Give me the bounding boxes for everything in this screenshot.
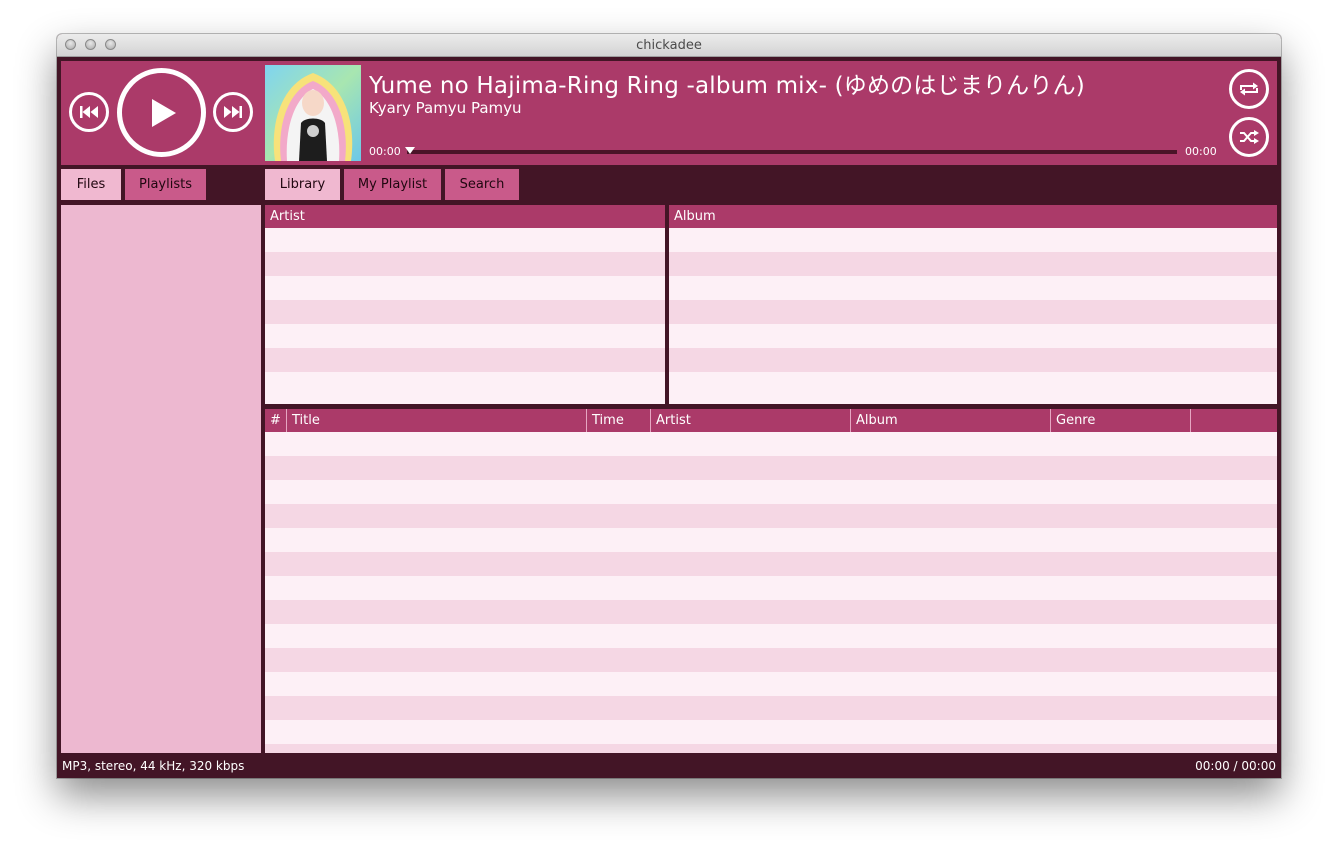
- next-track-button[interactable]: [213, 92, 253, 132]
- total-time: 00:00: [1185, 145, 1217, 158]
- tab-library[interactable]: Library: [265, 169, 340, 200]
- column-header-filler: [1190, 409, 1277, 432]
- table-row[interactable]: [265, 480, 1277, 504]
- list-item[interactable]: [265, 348, 665, 372]
- repeat-icon: [1240, 82, 1258, 96]
- list-item[interactable]: [669, 348, 1277, 372]
- artist-list[interactable]: Artist: [265, 205, 665, 404]
- column-header-album[interactable]: Album: [669, 205, 1277, 228]
- file-browser-panel[interactable]: [61, 205, 261, 753]
- title-bar: chickadee: [57, 34, 1281, 57]
- table-row[interactable]: [265, 648, 1277, 672]
- tab-files[interactable]: Files: [61, 169, 121, 200]
- list-item[interactable]: [265, 300, 665, 324]
- list-item[interactable]: [265, 324, 665, 348]
- table-row[interactable]: [265, 432, 1277, 456]
- previous-track-icon: [80, 106, 98, 118]
- table-row[interactable]: [265, 696, 1277, 720]
- table-row[interactable]: [265, 720, 1277, 744]
- next-track-icon: [224, 106, 242, 118]
- tab-my-playlist[interactable]: My Playlist: [344, 169, 441, 200]
- elapsed-time: 00:00: [369, 145, 401, 158]
- track-table[interactable]: # Title Time Artist Album Genre: [265, 409, 1277, 753]
- table-row[interactable]: [265, 552, 1277, 576]
- shuffle-button[interactable]: [1229, 117, 1269, 157]
- table-row[interactable]: [265, 504, 1277, 528]
- playback-position: 00:00 / 00:00: [1195, 759, 1276, 773]
- previous-track-button[interactable]: [69, 92, 109, 132]
- list-item[interactable]: [669, 276, 1277, 300]
- tab-playlists[interactable]: Playlists: [125, 169, 206, 200]
- track-title: Yume no Hajima-Ring Ring -album mix- (ゆめ…: [369, 73, 1085, 99]
- play-button[interactable]: [117, 68, 206, 157]
- table-row[interactable]: [265, 456, 1277, 480]
- column-header-genre[interactable]: Genre: [1050, 409, 1190, 432]
- list-item[interactable]: [265, 372, 665, 396]
- list-item[interactable]: [669, 252, 1277, 276]
- audio-format-info: MP3, stereo, 44 kHz, 320 kbps: [62, 759, 245, 773]
- window-title: chickadee: [636, 38, 702, 53]
- seek-bar[interactable]: [407, 150, 1177, 154]
- column-header-time[interactable]: Time: [586, 409, 650, 432]
- list-item[interactable]: [265, 276, 665, 300]
- column-header-artist[interactable]: Artist: [650, 409, 850, 432]
- table-row[interactable]: [265, 528, 1277, 552]
- list-item[interactable]: [669, 228, 1277, 252]
- table-row[interactable]: [265, 624, 1277, 648]
- play-icon: [151, 98, 176, 127]
- status-bar: MP3, stereo, 44 kHz, 320 kbps 00:00 / 00…: [57, 756, 1281, 778]
- artist-list-header: Artist: [265, 205, 665, 228]
- player-panel: Yume no Hajima-Ring Ring -album mix- (ゆめ…: [61, 61, 1277, 165]
- app-window: chickadee Yume no Hajima-Ring Ring -albu…: [57, 34, 1281, 778]
- list-item[interactable]: [265, 228, 665, 252]
- list-item[interactable]: [265, 252, 665, 276]
- table-row[interactable]: [265, 744, 1277, 753]
- track-rows: [265, 432, 1277, 753]
- table-row[interactable]: [265, 576, 1277, 600]
- artist-rows: [265, 228, 665, 404]
- track-table-header: # Title Time Artist Album Genre: [265, 409, 1277, 432]
- album-art: [265, 65, 361, 161]
- list-item[interactable]: [669, 300, 1277, 324]
- table-row[interactable]: [265, 600, 1277, 624]
- track-artist: Kyary Pamyu Pamyu: [369, 99, 522, 117]
- column-header-title[interactable]: Title: [286, 409, 586, 432]
- tab-search[interactable]: Search: [445, 169, 519, 200]
- column-header-number[interactable]: #: [265, 409, 286, 432]
- list-item[interactable]: [669, 372, 1277, 396]
- table-row[interactable]: [265, 672, 1277, 696]
- album-rows: [669, 228, 1277, 404]
- album-list-header: Album: [669, 205, 1277, 228]
- column-header-album[interactable]: Album: [850, 409, 1050, 432]
- album-list[interactable]: Album: [669, 205, 1277, 404]
- column-header-artist[interactable]: Artist: [265, 205, 665, 228]
- repeat-button[interactable]: [1229, 69, 1269, 109]
- shuffle-icon: [1240, 130, 1259, 144]
- list-item[interactable]: [669, 324, 1277, 348]
- seek-thumb[interactable]: [405, 147, 415, 154]
